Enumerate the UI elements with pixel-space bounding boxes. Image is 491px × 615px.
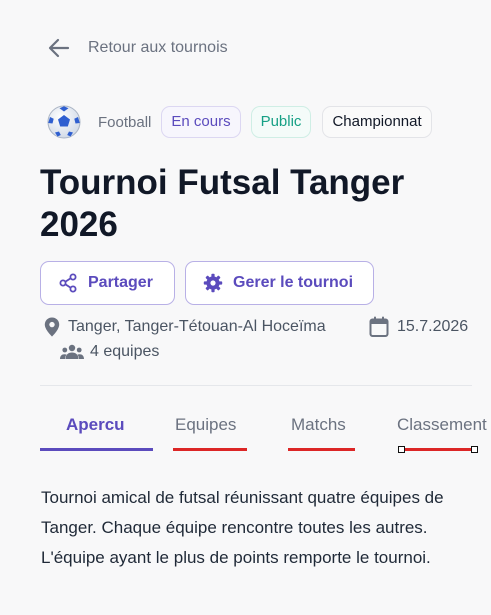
active-tab-indicator: [40, 448, 153, 451]
status-badge: En cours: [161, 106, 241, 138]
location-text: Tanger, Tanger-Tétouan-Al Hoceïma: [68, 318, 326, 335]
manage-tournament-button[interactable]: Gerer le tournoi: [185, 261, 374, 305]
tournament-title: Tournoi Futsal Tanger 2026: [40, 163, 405, 244]
tab-overview[interactable]: Apercu: [66, 415, 125, 435]
users-icon: [60, 344, 84, 359]
location: Tanger, Tanger-Tétouan-Al Hoceïma: [44, 317, 326, 337]
tab-teams[interactable]: Equipes: [175, 415, 236, 435]
share-button[interactable]: Partager: [40, 261, 175, 305]
calendar-icon: [369, 316, 389, 337]
teams-count-text: 4 equipes: [90, 343, 160, 360]
selection-handle[interactable]: [398, 446, 405, 453]
tournament-description: Tournoi amical de futsal réunissant quat…: [41, 488, 444, 567]
annotation-underline: [288, 448, 355, 451]
gear-icon: [203, 273, 223, 293]
share-label: Partager: [88, 274, 153, 291]
annotation-underline: [401, 448, 473, 451]
start-date: 15.7.2026: [369, 316, 468, 338]
annotation-underline: [173, 448, 247, 451]
arrow-left-icon: [48, 38, 70, 58]
date-text: 15.7.2026: [397, 318, 469, 335]
soccer-ball-icon: [47, 105, 81, 139]
tabs-bar: Apercu Equipes Matchs Classement: [0, 400, 491, 456]
format-badge: Championnat: [322, 106, 432, 138]
tab-matches[interactable]: Matchs: [291, 415, 346, 435]
selection-handle[interactable]: [471, 446, 478, 453]
tab-ranking[interactable]: Classement: [397, 415, 491, 435]
share-icon: [59, 273, 77, 293]
manage-label: Gerer le tournoi: [233, 274, 354, 291]
teams-count: 4 equipes: [60, 343, 159, 361]
divider: [40, 385, 472, 386]
map-pin-icon: [44, 317, 60, 337]
sport-label: Football: [98, 113, 152, 131]
back-to-tournaments-link[interactable]: Retour aux tournois: [48, 38, 228, 58]
tournament-tags: Football En cours Public Championnat: [46, 104, 432, 140]
back-label: Retour aux tournois: [88, 39, 228, 56]
visibility-badge: Public: [250, 106, 312, 138]
